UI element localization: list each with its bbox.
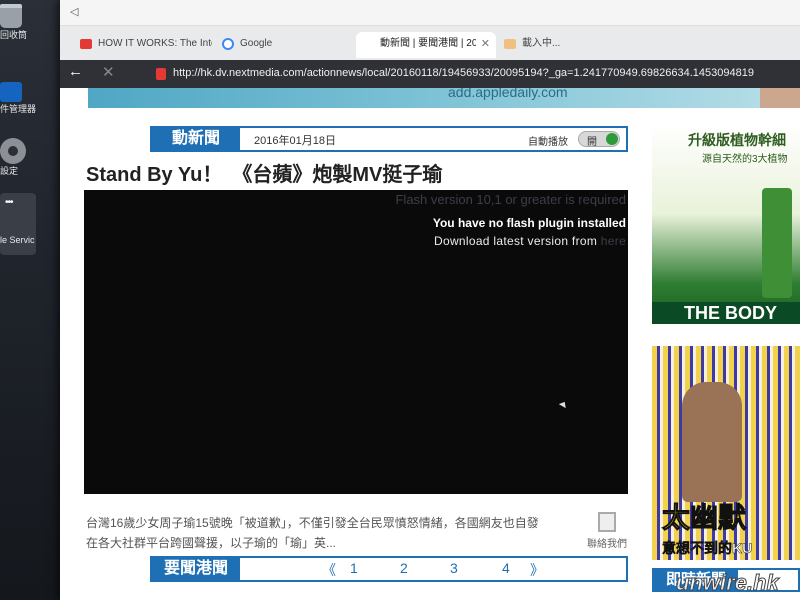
youtube-favicon-icon (80, 39, 92, 49)
trash-icon (0, 4, 22, 28)
pagination-prev-button[interactable]: 《 (322, 560, 336, 580)
desktop-icon-file-manager[interactable]: 件管理器 (0, 82, 60, 115)
ad2-headline: 太幽默 (661, 502, 747, 534)
product-bottle-image (762, 188, 792, 298)
autoplay-label: 自動播放 (528, 137, 568, 148)
flash-version-notice: Flash version 10,1 or greater is require… (395, 192, 626, 207)
news-section-bar: 要聞港聞 《 1 2 3 4 》 (150, 556, 628, 582)
flash-missing-notice: You have no flash plugin installed (432, 216, 626, 230)
browser-window: ◁ HOW IT WORKS: The Inte Google 動新聞 | 要聞… (60, 0, 800, 600)
back-arrow-icon[interactable]: ← (68, 63, 83, 80)
pagination-page-3[interactable]: 3 (450, 560, 458, 576)
file-manager-icon (0, 82, 22, 102)
ad-subline: 源自天然的3大植物 (702, 154, 788, 165)
humor-ad[interactable]: 太幽默 意想不到的KU (652, 346, 800, 560)
url-field[interactable]: http://hk.dv.nextmedia.com/actionnews/lo… (173, 67, 754, 79)
tab-how-it-works[interactable]: HOW IT WORKS: The Inte (74, 32, 212, 58)
mouse-cursor-icon (558, 399, 569, 409)
tab-actionnews[interactable]: 動新聞 | 要聞港聞 | 20160... ✕ (356, 32, 496, 58)
collapse-icon[interactable]: ◁ (70, 5, 78, 18)
tab-bar: HOW IT WORKS: The Inte Google 動新聞 | 要聞港聞… (60, 26, 800, 75)
ad-person-image (682, 382, 742, 502)
tab-title: Google (240, 38, 273, 49)
flash-download-notice: Download latest version from here (434, 234, 626, 248)
banner-photo (760, 88, 800, 108)
watermark-text: unwire.hk (676, 570, 780, 596)
site-favicon-icon (156, 68, 166, 80)
flash-download-link[interactable]: here (601, 234, 626, 248)
contact-us-button[interactable]: 聯絡我們 (584, 512, 630, 550)
article-date: 2016年01月18日 (254, 135, 336, 147)
tab-google[interactable]: Google (216, 32, 352, 58)
desktop-icon-settings[interactable]: 設定 (0, 138, 60, 177)
contact-label: 聯絡我們 (587, 539, 627, 550)
tab-title: 動新聞 | 要聞港聞 | 20160... (380, 38, 476, 49)
article-title: Stand By Yu！ 《台蘋》炮製MV挺子瑜 (86, 164, 443, 186)
page-favicon-icon (362, 39, 374, 49)
pagination-page-4[interactable]: 4 (502, 560, 510, 576)
ad-brand: THE BODY (652, 302, 800, 324)
gear-icon (0, 138, 26, 164)
ad2-subline: 意想不到的KU (662, 540, 753, 557)
page-viewport: add.appledaily.com 動新聞 2016年01月18日 自動播放 … (60, 88, 800, 600)
article-summary: 台灣16歲少女周子瑜15號晚「被道歉」，不僅引發全台民眾憤怒情緒，各國網友也自發… (86, 516, 539, 550)
autoplay-toggle[interactable]: 開 (578, 131, 620, 148)
news-section-title: 要聞港聞 (152, 558, 240, 580)
window-top-strip: ◁ (60, 0, 800, 26)
section-title: 動新聞 (152, 128, 240, 150)
desktop-icon-label: 件管理器 (0, 104, 37, 114)
section-header: 動新聞 2016年01月18日 自動播放 開 (150, 126, 628, 152)
toggle-knob-icon (606, 133, 618, 145)
contact-icon (598, 512, 616, 532)
desktop-icon-label: 回收筒 (0, 30, 28, 40)
desktop-icon-services[interactable]: le Servic (0, 193, 36, 255)
desktop-icon-label: 設定 (0, 166, 19, 176)
flash-download-text: Download latest version from (434, 234, 598, 248)
toggle-state: 開 (587, 137, 597, 148)
desktop: 回收筒 件管理器 設定 le Servic (0, 0, 66, 600)
google-favicon-icon (222, 38, 234, 50)
stop-loading-icon[interactable]: ✕ (102, 63, 115, 81)
close-tab-icon[interactable]: ✕ (481, 32, 490, 56)
pagination-page-1[interactable]: 1 (350, 560, 358, 576)
desktop-icon-label: le Servic (0, 235, 35, 245)
pagination-page-2[interactable]: 2 (400, 560, 408, 576)
tab-loading[interactable]: 載入中... (498, 32, 628, 58)
ad-headline: 升級版植物幹細 (688, 132, 786, 148)
body-shop-ad[interactable]: 升級版植物幹細 源自天然的3大植物 THE BODY (652, 124, 800, 324)
right-sidebar: 升級版植物幹細 源自天然的3大植物 THE BODY 太幽默 意想不到的KU 即… (652, 124, 800, 600)
video-player[interactable]: Flash version 10,1 or greater is require… (84, 190, 628, 494)
top-banner-ad[interactable]: add.appledaily.com (88, 88, 800, 108)
address-bar: ← ✕ http://hk.dv.nextmedia.com/actionnew… (60, 60, 800, 88)
desktop-icon-trash[interactable]: 回收筒 (0, 4, 60, 41)
banner-text: add.appledaily.com (448, 88, 568, 100)
tab-title: 載入中... (522, 38, 561, 49)
pagination-next-button[interactable]: 》 (530, 560, 544, 580)
tab-title: HOW IT WORKS: The Inte (98, 38, 212, 49)
loading-favicon-icon (504, 39, 516, 49)
